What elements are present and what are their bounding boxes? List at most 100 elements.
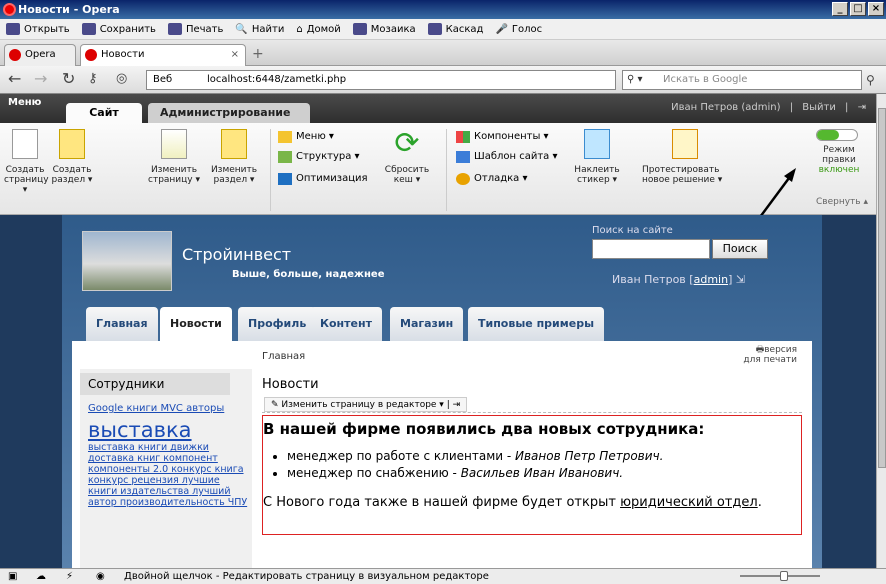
tile-button[interactable]: Мозаика: [352, 23, 416, 35]
pin-icon[interactable]: ⇥: [858, 102, 866, 113]
pencil-icon: ✎: [271, 400, 282, 410]
close-tab-icon[interactable]: ×: [231, 45, 239, 65]
opera-logo-icon: [9, 49, 21, 61]
admin-panel-bar: Меню Сайт Администрирование Иван Петров …: [0, 94, 876, 123]
editable-area[interactable]: В нашей фирме появились два новых сотруд…: [262, 415, 802, 535]
nav-content[interactable]: Контент: [310, 307, 382, 341]
breadcrumb[interactable]: Главная: [262, 351, 305, 362]
opera-menu-button[interactable]: Opera: [4, 44, 76, 66]
tag-cloud[interactable]: Google книги MVC авторы выставка выставк…: [88, 403, 248, 508]
close-button[interactable]: ×: [868, 2, 884, 16]
nav-examples[interactable]: Типовые примеры: [468, 307, 605, 341]
website-area: Стройинвест Выше, больше, надежнее Поиск…: [62, 215, 822, 568]
reset-cache-button[interactable]: ⟳ Сбросить кеш ▾: [380, 129, 434, 186]
article-paragraph: С Нового года также в нашей фирме будет …: [263, 495, 762, 510]
turbo-icon[interactable]: ⚡: [66, 569, 73, 584]
template-icon: [456, 151, 470, 163]
admin-link[interactable]: admin: [694, 273, 728, 286]
structure-dropdown[interactable]: Структура ▾: [278, 151, 360, 163]
tag-exhibition[interactable]: выставка: [88, 418, 248, 442]
logout-link[interactable]: Выйти: [802, 102, 836, 113]
search-go-icon[interactable]: ⚲: [866, 72, 875, 88]
edit-page-icon: [161, 129, 187, 159]
debug-dropdown[interactable]: Отладка ▾: [456, 173, 528, 185]
print-version-link[interactable]: 🖶версия для печати: [743, 345, 797, 365]
components-dropdown[interactable]: Компоненты ▾: [456, 131, 549, 143]
sidebar-heading: Сотрудники: [80, 373, 230, 395]
cascade-button[interactable]: Каскад: [427, 23, 483, 35]
nav-profile[interactable]: Профиль: [238, 307, 317, 341]
home-icon: ⌂: [296, 23, 303, 35]
zoom-slider-thumb[interactable]: [780, 571, 788, 581]
opera-icon: [3, 3, 16, 16]
legal-department-link[interactable]: юридический отдел: [620, 495, 758, 510]
list-item: менеджер по снабжению - Васильев Иван Ив…: [287, 465, 663, 482]
tags-top[interactable]: Google книги MVC авторы: [88, 403, 248, 414]
tab-news[interactable]: Новости ×: [80, 44, 246, 66]
printer-icon: [167, 23, 182, 35]
key-icon[interactable]: ⚷: [88, 71, 98, 87]
cascade-icon: [427, 23, 442, 35]
edit-page-in-editor-button[interactable]: ✎ Изменить страницу в редакторе ▾ | ⇥: [264, 397, 468, 412]
admin-user-name[interactable]: Иван Петров (admin): [671, 102, 780, 113]
magnifier-icon: 🔍: [235, 23, 248, 35]
search-input[interactable]: ⚲ ▾ Искать в Google: [622, 70, 862, 90]
create-section-button[interactable]: Создать раздел ▾: [50, 129, 94, 185]
open-button[interactable]: Открыть: [6, 23, 70, 35]
tab-site[interactable]: Сайт: [66, 103, 142, 123]
new-folder-icon: [59, 129, 85, 159]
folder-icon: [6, 23, 20, 35]
maximize-button[interactable]: □: [850, 2, 866, 16]
save-button[interactable]: Сохранить: [81, 23, 156, 35]
create-page-button[interactable]: Создать страницу ▾: [4, 129, 49, 195]
nav-home[interactable]: Главная: [86, 307, 158, 341]
forward-icon[interactable]: →: [34, 71, 47, 87]
nav-shop[interactable]: Магазин: [390, 307, 464, 341]
edit-mode-toggle[interactable]: [816, 129, 858, 141]
page-viewport: Меню Сайт Администрирование Иван Петров …: [0, 94, 876, 568]
admin-user-area: Иван Петров (admin) | Выйти | ⇥: [671, 102, 866, 113]
site-search-input[interactable]: [592, 239, 710, 259]
vertical-scrollbar[interactable]: [876, 94, 886, 568]
scrollbar-thumb[interactable]: [878, 108, 886, 468]
site-search-button[interactable]: Поиск: [712, 239, 768, 259]
nav-news[interactable]: Новости: [160, 307, 232, 341]
web-label: Веб: [153, 74, 173, 85]
search-engine-icon[interactable]: ⚲ ▾: [627, 71, 643, 89]
list-item: менеджер по работе с клиентами - Иванов …: [287, 448, 663, 465]
reload-icon[interactable]: ↻: [62, 71, 75, 87]
sticker-button[interactable]: Наклеить стикер ▾: [572, 129, 622, 185]
editor-toolbar: ✎ Изменить страницу в редакторе ▾ | ⇥: [262, 397, 802, 413]
site-user-info: Иван Петров [admin] ⇲: [612, 273, 746, 286]
menu-list-icon: [278, 131, 292, 143]
back-icon[interactable]: ←: [8, 71, 21, 87]
find-button[interactable]: 🔍 Найти: [235, 24, 284, 35]
minimize-button[interactable]: _: [832, 2, 848, 16]
panels-icon[interactable]: ▣: [8, 569, 17, 584]
collapse-ribbon-button[interactable]: Свернуть ▴: [816, 197, 868, 207]
admin-menu-button[interactable]: Меню: [8, 97, 41, 108]
seo-button[interactable]: Оптимизация: [278, 173, 368, 185]
speeddial-icon[interactable]: ◉: [96, 569, 105, 584]
tab-administration[interactable]: Администрирование: [148, 103, 310, 123]
template-dropdown[interactable]: Шаблон сайта ▾: [456, 151, 558, 163]
unite-icon[interactable]: ☁: [36, 569, 46, 584]
voice-button[interactable]: 🎤 Голос: [495, 24, 542, 35]
edit-page-button[interactable]: Изменить страницу ▾: [146, 129, 202, 185]
globe-icon: ◎: [116, 71, 128, 86]
print-button[interactable]: Печать: [167, 23, 223, 35]
test-solution-button[interactable]: Протестировать новое решение ▾: [642, 129, 738, 185]
new-tab-icon[interactable]: +: [252, 46, 264, 62]
tile-icon: [352, 23, 367, 35]
sticker-icon: [584, 129, 610, 159]
main-content: Главная 🖶версия для печати Новости ✎ Изме…: [262, 341, 807, 568]
floppy-icon: [81, 23, 96, 35]
menu-dropdown[interactable]: Меню ▾: [278, 131, 334, 143]
address-bar[interactable]: Веб localhost:6448/zametki.php: [146, 70, 616, 90]
logout-icon[interactable]: ⇲: [736, 273, 745, 286]
edit-section-button[interactable]: Изменить раздел ▾: [206, 129, 262, 185]
tags-rest[interactable]: выставка книги движки доставка книг комп…: [88, 442, 248, 508]
tab-bar: Opera Новости × +: [0, 40, 886, 66]
home-button[interactable]: ⌂ Домой: [296, 24, 340, 35]
window-title: Новости - Opera: [18, 3, 120, 16]
